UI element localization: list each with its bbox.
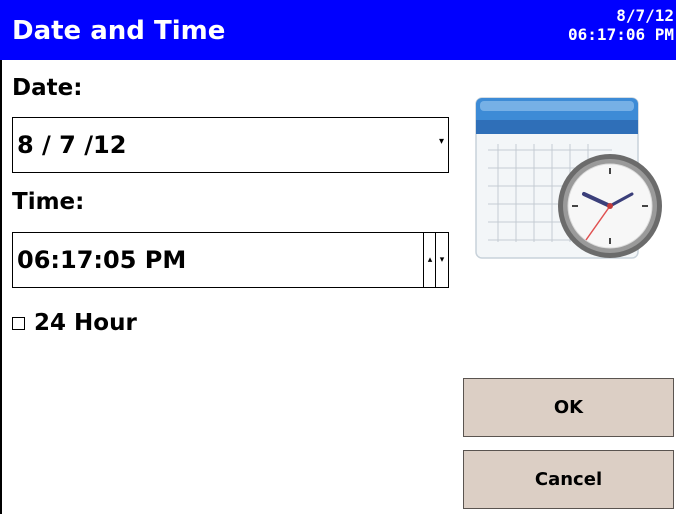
title-bar: Date and Time 8/7/12 06:17:06 PM xyxy=(0,0,676,60)
checkbox-box[interactable] xyxy=(12,316,25,330)
cancel-button[interactable]: Cancel xyxy=(463,450,674,509)
ok-button[interactable]: OK xyxy=(463,378,674,437)
clock-date: 8/7/12 xyxy=(616,6,674,25)
spin-down-icon[interactable]: ▾ xyxy=(435,233,448,287)
date-label: Date: xyxy=(12,75,83,101)
24-hour-label: 24 Hour xyxy=(34,310,137,336)
dropdown-arrow-icon[interactable]: ▾ xyxy=(439,136,444,147)
24-hour-checkbox[interactable]: 24 Hour xyxy=(12,306,137,340)
clock-time: 06:17:06 PM xyxy=(568,25,674,44)
window-title: Date and Time xyxy=(12,16,226,46)
date-value: 8 / 7 /12 xyxy=(17,131,127,159)
time-picker[interactable]: 06:17:05 PM ▴ ▾ xyxy=(12,232,449,288)
system-clock: 8/7/12 06:17:06 PM xyxy=(568,6,674,44)
date-picker[interactable]: 8 / 7 /12 ▾ xyxy=(12,117,449,173)
time-label: Time: xyxy=(12,189,85,215)
calendar-clock-icon xyxy=(475,97,662,259)
time-value: 06:17:05 PM xyxy=(17,246,187,274)
window-left-border xyxy=(0,60,2,514)
